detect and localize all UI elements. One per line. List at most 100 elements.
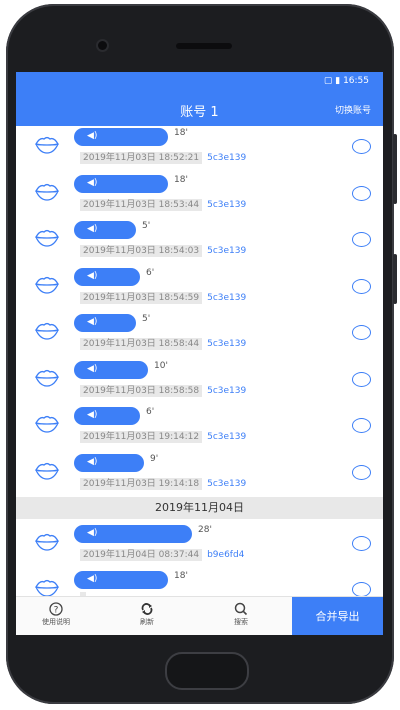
front-camera	[98, 41, 107, 50]
tab-search[interactable]: 搜索	[211, 601, 271, 627]
message-duration: 18'	[174, 128, 188, 138]
message-code: 5c3e139	[207, 339, 247, 349]
tab-search-label: 搜索	[234, 618, 248, 626]
tab-help[interactable]: ? 使用说明	[26, 601, 86, 627]
list-item[interactable]: ◀) 6' 2019年11月03日 18:54:59 5c3e139	[16, 266, 383, 312]
message-meta: 2019年11月04日 08:37:44 b9e6fd4	[80, 547, 245, 561]
speaker-icon: ◀)	[87, 456, 98, 467]
lips-icon	[34, 227, 60, 249]
help-icon: ?	[26, 601, 86, 617]
lips-icon	[34, 413, 60, 435]
message-time: 2019年11月03日 18:53:44	[80, 198, 203, 211]
list-item[interactable]: ◀) 18' 2019年11月03日 18:52:21 5c3e139	[16, 126, 383, 172]
message-time: 2019年11月03日 19:14:18	[80, 477, 203, 490]
speaker-icon: ◀)	[87, 131, 98, 141]
message-time: 2019年11月03日 19:14:12	[80, 431, 203, 443]
app-header: 账号 1 切换账号	[16, 92, 383, 126]
list-item[interactable]: ◀) 6' 2019年11月03日 19:14:12 5c3e139	[16, 405, 383, 451]
message-meta: 2019年11月03日 19:14:18 5c3e139	[80, 476, 246, 490]
message-meta: 2019年11月03日 19:14:12 5c3e139	[80, 429, 247, 443]
message-list[interactable]: ◀) 18' 2019年11月03日 18:52:21 5c3e139 ◀) 18' 201…	[16, 126, 383, 596]
select-radio[interactable]	[352, 139, 371, 154]
lips-icon	[34, 181, 60, 203]
app-screen: ▢ ▮ 16:55 账号 1 切换账号 ◀) 18' 2019年11月03日 18:…	[16, 72, 383, 635]
voice-bubble[interactable]: ◀)	[74, 453, 144, 472]
speaker-icon: ◀)	[87, 410, 98, 420]
message-duration: 5'	[142, 314, 151, 324]
list-item[interactable]: ◀) 5' 2019年11月03日 18:58:44 5c3e139	[16, 312, 383, 358]
speaker-icon: ◀)	[87, 528, 98, 538]
speaker-icon: ◀)	[87, 363, 98, 374]
message-code: b9e6fd4	[207, 550, 245, 560]
select-radio[interactable]	[352, 536, 371, 551]
lips-icon	[34, 577, 60, 596]
voice-bubble[interactable]: ◀)	[74, 407, 140, 425]
message-time: 2019年11月03日 18:58:58	[80, 384, 203, 397]
message-duration: 18'	[174, 174, 188, 185]
select-radio[interactable]	[352, 582, 371, 596]
speaker-icon: ◀)	[87, 224, 98, 234]
message-time: 2019年11月03日 18:54:03	[80, 245, 203, 257]
message-meta: 2019年11月03日 18:54:59 5c3e139	[80, 290, 246, 304]
battery-icon: ▮	[335, 76, 341, 86]
list-item[interactable]: ◀) 5' 2019年11月03日 18:54:03 5c3e139	[16, 219, 383, 265]
switch-account-button[interactable]: 切换账号	[335, 103, 371, 116]
tab-refresh-label: 刷新	[140, 618, 154, 626]
message-duration: 10'	[154, 360, 168, 371]
message-code: 5c3e139	[207, 385, 247, 396]
select-radio[interactable]	[352, 418, 371, 433]
message-code: 5c3e139	[207, 199, 247, 210]
message-meta: 2019年11月03日 18:53:44 5c3e139	[80, 197, 247, 211]
list-item[interactable]: ◀) 10' 2019年11月03日 18:58:58 5c3e139	[16, 359, 383, 405]
home-button[interactable]	[165, 652, 249, 690]
search-icon	[211, 601, 271, 617]
list-item[interactable]: ◀) 18' 2019年11月03日 18:53:44 5c3e139	[16, 173, 383, 219]
speaker-icon: ◀)	[87, 574, 98, 584]
message-meta: 2019年11月03日 18:52:21 5c3e139	[80, 150, 247, 164]
select-radio[interactable]	[352, 464, 371, 480]
message-duration: 18'	[174, 571, 188, 581]
message-duration: 28'	[198, 525, 212, 535]
lips-icon	[34, 320, 60, 342]
tab-refresh[interactable]: 刷新	[117, 601, 177, 627]
list-item[interactable]: ◀) 9' 2019年11月03日 19:14:18 5c3e139	[16, 452, 383, 498]
lips-icon	[34, 460, 60, 482]
voice-bubble[interactable]: ◀)	[74, 525, 192, 543]
message-meta: 2019年11月03日 18:58:44 5c3e139	[80, 336, 247, 350]
voice-bubble[interactable]: ◀)	[74, 221, 136, 239]
voice-bubble[interactable]: ◀)	[74, 571, 168, 589]
message-code: 5c3e139	[207, 153, 247, 163]
list-item[interactable]: ◀) 18'	[16, 569, 383, 596]
voice-bubble[interactable]: ◀)	[74, 128, 168, 146]
refresh-icon	[117, 601, 177, 617]
earpiece-speaker	[176, 43, 232, 49]
select-radio[interactable]	[352, 325, 371, 340]
message-time: 2019年11月03日 18:58:44	[80, 338, 203, 350]
lips-icon	[34, 531, 60, 553]
list-item[interactable]: ◀) 28' 2019年11月04日 08:37:44 b9e6fd4	[16, 523, 383, 569]
voice-bubble[interactable]: ◀)	[74, 174, 168, 193]
tab-help-label: 使用说明	[42, 618, 70, 626]
speaker-icon: ◀)	[87, 270, 98, 281]
page-title: 账号 1	[180, 105, 219, 120]
merge-export-button[interactable]: 合并导出	[292, 597, 383, 635]
svg-text:?: ?	[54, 606, 59, 616]
message-code: 5c3e139	[207, 432, 247, 442]
lips-icon	[34, 134, 60, 156]
volume-button	[393, 254, 397, 304]
message-duration: 5'	[142, 221, 151, 231]
message-duration: 6'	[146, 267, 155, 278]
message-meta: 2019年11月03日 18:58:58 5c3e139	[80, 383, 247, 397]
voice-bubble[interactable]: ◀)	[74, 267, 140, 286]
bottom-toolbar: ? 使用说明 刷新 搜索 合并导出	[16, 596, 383, 635]
message-duration: 6'	[146, 407, 155, 417]
select-radio[interactable]	[352, 232, 371, 247]
power-button	[393, 134, 397, 204]
message-code: 5c3e139	[207, 246, 247, 256]
voice-bubble[interactable]: ◀)	[74, 314, 136, 332]
select-radio[interactable]	[352, 185, 371, 201]
date-separator: 2019年11月04日	[16, 497, 383, 519]
select-radio[interactable]	[352, 371, 371, 387]
voice-bubble[interactable]: ◀)	[74, 360, 148, 379]
select-radio[interactable]	[352, 278, 371, 294]
